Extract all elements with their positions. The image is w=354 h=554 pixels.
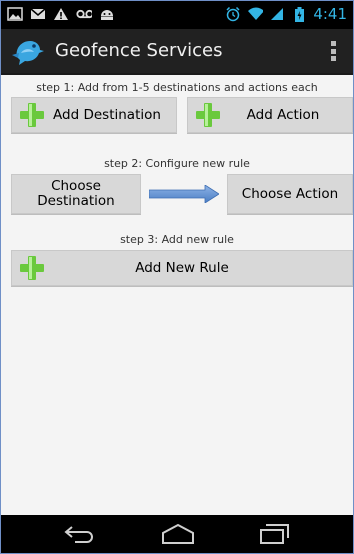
add-new-rule-button[interactable]: Add New Rule bbox=[11, 250, 353, 286]
choose-action-label: Choose Action bbox=[241, 186, 339, 202]
recent-apps-icon[interactable] bbox=[257, 523, 291, 545]
bird-logo-icon[interactable] bbox=[11, 35, 45, 67]
step2-label: step 2: Configure new rule bbox=[104, 157, 250, 170]
overflow-menu-icon[interactable] bbox=[331, 41, 337, 61]
voicemail-icon bbox=[76, 6, 92, 22]
back-icon[interactable] bbox=[63, 523, 97, 545]
battery-icon bbox=[291, 6, 307, 22]
android-icon bbox=[99, 6, 115, 22]
add-destination-label: Add Destination bbox=[53, 107, 161, 123]
phone-screen: 4:41 Geofence Services step 1: Add from … bbox=[0, 0, 354, 554]
status-bar: 4:41 bbox=[1, 1, 353, 29]
choose-action-button[interactable]: Choose Action bbox=[227, 174, 353, 214]
step3-label: step 3: Add new rule bbox=[120, 233, 234, 246]
picture-icon bbox=[7, 6, 23, 22]
mail-icon bbox=[30, 6, 46, 22]
add-action-label: Add Action bbox=[246, 107, 320, 123]
main-content: step 1: Add from 1-5 destinations and ac… bbox=[1, 75, 353, 515]
plus-icon bbox=[20, 103, 44, 127]
choose-destination-button[interactable]: Choose Destination bbox=[11, 174, 141, 214]
clock-time: 4:41 bbox=[313, 5, 347, 23]
signal-icon bbox=[269, 6, 285, 22]
home-icon[interactable] bbox=[161, 523, 195, 545]
choose-destination-label: Choose Destination bbox=[37, 178, 115, 209]
right-arrow-icon bbox=[148, 184, 220, 204]
plus-icon bbox=[20, 256, 44, 280]
step1-label: step 1: Add from 1-5 destinations and ac… bbox=[36, 81, 318, 94]
navigation-bar bbox=[1, 515, 353, 553]
alarm-icon bbox=[225, 6, 241, 22]
add-destination-button[interactable]: Add Destination bbox=[11, 97, 177, 133]
app-title: Geofence Services bbox=[55, 40, 223, 61]
wifi-icon bbox=[247, 6, 264, 22]
plus-icon bbox=[196, 103, 220, 127]
action-bar: Geofence Services bbox=[1, 29, 353, 75]
warning-icon bbox=[53, 6, 69, 22]
add-action-button[interactable]: Add Action bbox=[187, 97, 353, 133]
add-new-rule-label: Add New Rule bbox=[135, 260, 229, 276]
